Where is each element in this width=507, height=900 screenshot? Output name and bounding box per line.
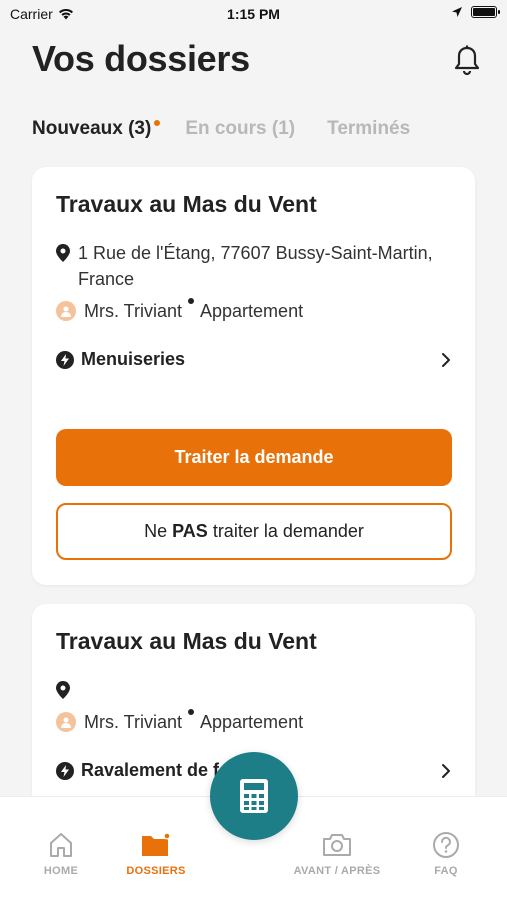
tabbar-faq[interactable]: FAQ bbox=[391, 831, 501, 877]
new-indicator-dot bbox=[154, 120, 161, 126]
location-arrow-icon bbox=[452, 7, 462, 17]
tabbar-label: FAQ bbox=[434, 865, 458, 877]
tab-nouveaux[interactable]: Nouveaux (3) bbox=[32, 118, 161, 140]
category-label: Menuiseries bbox=[81, 349, 186, 369]
client-row: Mrs. Triviant Appartement bbox=[56, 298, 303, 324]
category-row[interactable]: Menuiseries bbox=[56, 349, 451, 370]
property-type: Appartement bbox=[200, 301, 304, 321]
separator-dot bbox=[188, 298, 195, 304]
tabbar-label: AVANT / APRÈS bbox=[293, 865, 381, 877]
status-bar: Carrier 1:15 PM bbox=[0, 0, 507, 28]
chevron-right-icon bbox=[442, 352, 450, 367]
calculator-button[interactable] bbox=[210, 752, 298, 840]
tabbar-label: HOME bbox=[43, 865, 79, 877]
tabbar-home[interactable]: HOME bbox=[6, 831, 116, 877]
folder-tabs: Nouveaux (3) En cours (1) Terminés bbox=[32, 118, 410, 140]
client-name: Mrs. Triviant bbox=[84, 712, 183, 732]
address-row bbox=[56, 677, 78, 699]
address-line-2: France bbox=[78, 269, 135, 289]
battery-icon bbox=[471, 6, 500, 18]
help-icon bbox=[433, 832, 459, 858]
tab-label: Terminés bbox=[327, 118, 411, 139]
category-label: Ravalement de f bbox=[81, 760, 220, 780]
bell-icon[interactable] bbox=[453, 44, 481, 76]
camera-icon bbox=[323, 834, 351, 856]
tab-label: Nouveaux (3) bbox=[32, 118, 152, 139]
address-row: 1 Rue de l'Étang, 77607 Bussy-Saint-Mart… bbox=[56, 240, 433, 292]
tabbar-label: DOSSIERS bbox=[126, 865, 186, 877]
page-title: Vos dossiers bbox=[32, 38, 250, 79]
user-icon bbox=[56, 301, 76, 321]
dossier-card[interactable]: Travaux au Mas du Vent 1 Rue de l'Étang,… bbox=[32, 167, 475, 585]
clock: 1:15 PM bbox=[227, 6, 280, 22]
property-type: Appartement bbox=[200, 712, 304, 732]
chevron-right-icon bbox=[442, 763, 450, 778]
tab-termines[interactable]: Terminés bbox=[327, 118, 410, 140]
decline-label-pre: Ne bbox=[144, 521, 173, 541]
home-icon bbox=[50, 833, 72, 857]
tabbar-dossiers[interactable]: DOSSIERS bbox=[101, 831, 211, 877]
client-name: Mrs. Triviant bbox=[84, 301, 183, 321]
dossier-title: Travaux au Mas du Vent bbox=[56, 191, 317, 217]
decline-label-emphasis: PAS bbox=[172, 521, 208, 541]
tabbar-avant-apres[interactable]: AVANT / APRÈS bbox=[282, 831, 392, 877]
bolt-icon bbox=[56, 761, 74, 780]
calculator-icon bbox=[240, 779, 268, 813]
process-request-button[interactable]: Traiter la demande bbox=[56, 429, 452, 486]
bolt-icon bbox=[56, 350, 74, 369]
tab-en-cours[interactable]: En cours (1) bbox=[185, 118, 295, 140]
separator-dot bbox=[188, 709, 195, 715]
status-icons bbox=[451, 6, 500, 18]
decline-label-post: traiter la demander bbox=[207, 521, 364, 541]
dossier-title: Travaux au Mas du Vent bbox=[56, 628, 317, 654]
decline-request-button[interactable]: Ne PAS traiter la demander bbox=[56, 503, 452, 560]
location-pin-icon bbox=[56, 244, 70, 262]
location-pin-icon bbox=[56, 681, 70, 699]
address-line-1: 1 Rue de l'Étang, 77607 Bussy-Saint-Mart… bbox=[78, 243, 433, 263]
tab-label: En cours (1) bbox=[185, 118, 296, 139]
client-row: Mrs. Triviant Appartement bbox=[56, 709, 303, 735]
user-icon bbox=[56, 712, 76, 732]
folder-icon bbox=[142, 832, 171, 856]
